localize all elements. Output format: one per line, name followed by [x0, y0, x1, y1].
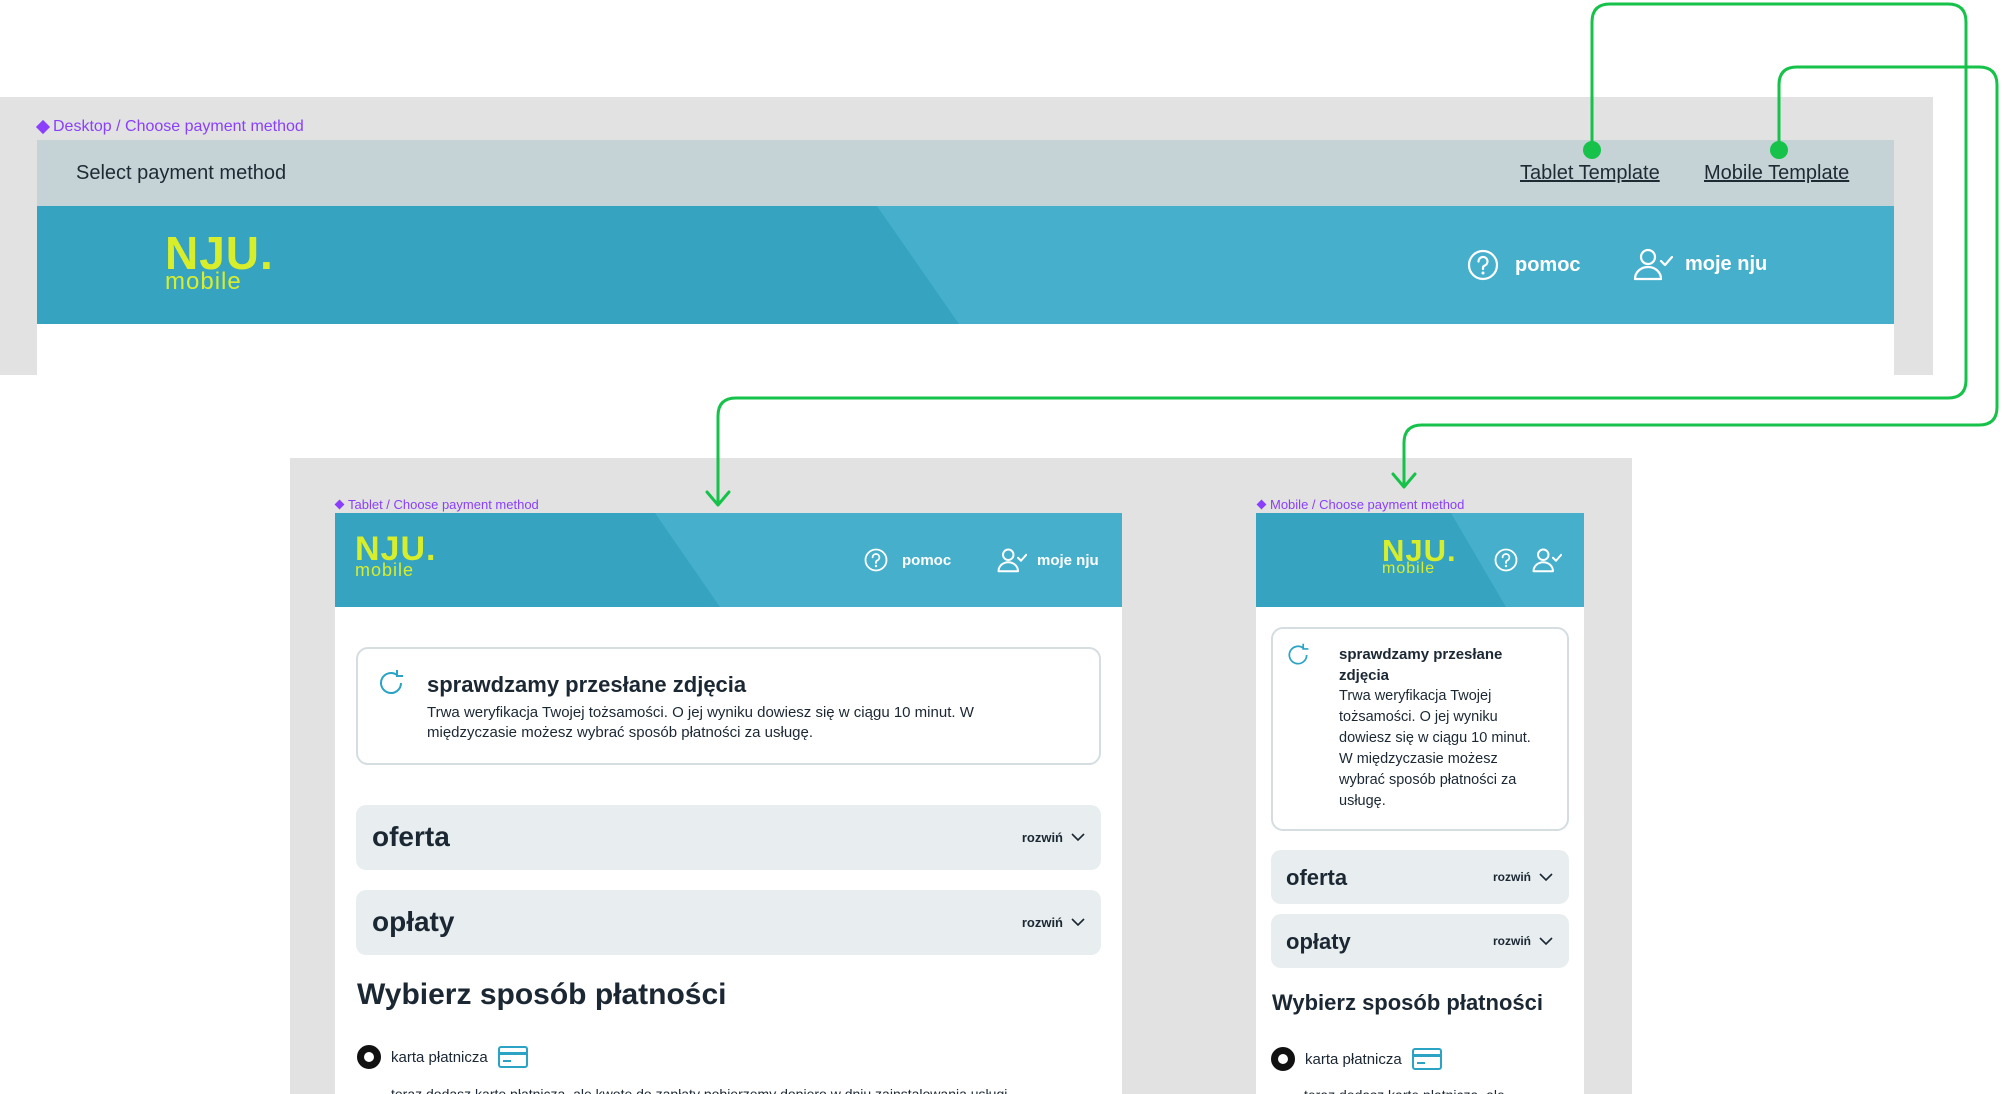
- refresh-icon: [380, 670, 403, 694]
- user-check-icon: [997, 548, 1027, 573]
- status-body-line: W międzyczasie możesz: [1339, 751, 1498, 767]
- status-body-line: Trwa weryfikacja Twojej tożsamości. O je…: [427, 704, 974, 721]
- card-payment-description: teraz dodasz kartę płatniczą, ale: [1304, 1087, 1574, 1094]
- toolbar-title: Select payment method: [76, 162, 287, 184]
- help-link[interactable]: pomoc: [864, 548, 951, 572]
- tablet-frame-label: Tablet / Choose payment method: [334, 497, 539, 512]
- offer-expand-toggle[interactable]: rozwiń: [1022, 830, 1085, 845]
- component-diamond-icon: [1256, 499, 1267, 510]
- nju-mobile-logo[interactable]: NJU. mobile: [165, 230, 274, 294]
- card-payment-label: karta płatnicza: [1305, 1050, 1402, 1068]
- payment-section-title: Wybierz sposób płatności: [1272, 990, 1543, 1015]
- offer-accordion[interactable]: oferta rozwiń: [1271, 850, 1569, 904]
- card-payment-label: karta płatnicza: [391, 1048, 488, 1066]
- account-link[interactable]: moje nju: [1633, 247, 1767, 281]
- fees-accordion-title: opłaty: [1286, 929, 1351, 954]
- help-label: pomoc: [902, 551, 952, 569]
- desktop-content-area: [37, 324, 1894, 375]
- user-check-icon[interactable]: [1532, 547, 1562, 573]
- help-icon[interactable]: [1494, 548, 1518, 572]
- desktop-frame-label: Desktop / Choose payment method: [35, 118, 304, 136]
- status-body-line: Trwa weryfikacja Twojej: [1339, 688, 1492, 704]
- mobile-frame: NJU. mobile sprawdzamy przesłane zdjęcia…: [1256, 513, 1584, 1094]
- account-label: moje nju: [1685, 252, 1768, 275]
- status-body-line: dowiesz się w ciągu 10 minut.: [1339, 730, 1531, 746]
- offer-accordion-title: oferta: [1286, 865, 1348, 890]
- fees-accordion-title: opłaty: [372, 906, 455, 937]
- status-body-line: międzyczasie możesz wybrać sposób płatno…: [427, 724, 814, 741]
- fees-expand-toggle[interactable]: rozwiń: [1022, 915, 1085, 930]
- offer-accordion-title: oferta: [372, 821, 450, 852]
- tablet-frame-label-text: Tablet / Choose payment method: [348, 497, 539, 512]
- verification-status-card: sprawdzamy przesłane zdjęcia Trwa weryfi…: [1271, 627, 1569, 831]
- offer-expand-toggle[interactable]: rozwiń: [1493, 870, 1553, 884]
- mobile-frame-label: Mobile / Choose payment method: [1256, 497, 1465, 512]
- account-label: moje nju: [1037, 551, 1099, 569]
- help-link[interactable]: pomoc: [1467, 249, 1581, 281]
- help-icon: [1467, 249, 1499, 281]
- expand-label: rozwiń: [1021, 915, 1063, 930]
- mobile-site-header: NJU. mobile: [1256, 513, 1584, 607]
- card-payment-radio[interactable]: [1271, 1047, 1295, 1071]
- chevron-down-icon: [1539, 872, 1553, 881]
- card-payment-option[interactable]: karta płatnicza: [357, 1045, 528, 1069]
- expand-label: rozwiń: [1493, 870, 1531, 884]
- status-title-line: zdjęcia: [1339, 667, 1390, 684]
- nju-mobile-logo[interactable]: NJU. mobile: [1382, 535, 1457, 577]
- chevron-down-icon: [1539, 936, 1553, 945]
- nju-mobile-logo[interactable]: NJU. mobile: [355, 532, 436, 579]
- expand-label: rozwiń: [1493, 934, 1531, 948]
- tablet-frame: NJU. mobile pomoc moje nju sprawdzamy pr: [335, 513, 1122, 1094]
- fees-accordion[interactable]: opłaty rozwiń: [356, 890, 1101, 955]
- offer-accordion[interactable]: oferta rozwiń: [356, 805, 1101, 870]
- tablet-site-header: NJU. mobile pomoc moje nju: [335, 513, 1122, 607]
- status-body-line: usługę.: [1339, 793, 1386, 809]
- status-title-line: sprawdzamy przesłane: [1339, 646, 1503, 663]
- desktop-site-header: NJU. mobile pomoc moje nju: [37, 206, 1894, 324]
- chevron-down-icon: [1071, 833, 1085, 842]
- status-title: sprawdzamy przesłane zdjęcia: [1339, 644, 1502, 686]
- account-link[interactable]: moje nju: [997, 547, 1099, 573]
- user-check-icon: [1633, 248, 1673, 281]
- desktop-toolbar: Select payment method Tablet Template Mo…: [37, 140, 1894, 206]
- card-payment-option[interactable]: karta płatnicza: [1271, 1047, 1442, 1071]
- component-diamond-icon: [334, 499, 345, 510]
- component-diamond-icon: [35, 119, 51, 135]
- mobile-template-link[interactable]: Mobile Template: [1704, 162, 1849, 185]
- help-icon: [864, 548, 888, 572]
- status-title: sprawdzamy przesłane zdjęcia: [427, 672, 747, 697]
- status-body-line: tożsamości. O jej wyniku: [1339, 709, 1498, 725]
- header-diagonal-shade: [37, 206, 959, 324]
- card-payment-radio[interactable]: [357, 1045, 381, 1069]
- expand-label: rozwiń: [1021, 830, 1063, 845]
- credit-card-icon: [1411, 1048, 1442, 1070]
- card-payment-description: teraz dodasz kartę płatniczą, ale kwotę …: [391, 1086, 1008, 1094]
- desktop-frame-label-text: Desktop / Choose payment method: [53, 118, 304, 135]
- status-body-line: wybrać sposób płatności za: [1339, 772, 1517, 788]
- fees-expand-toggle[interactable]: rozwiń: [1493, 934, 1553, 948]
- status-body: Trwa weryfikacja Twojej tożsamości. O je…: [427, 703, 974, 743]
- payment-section-title: Wybierz sposób płatności: [357, 978, 727, 1011]
- help-label: pomoc: [1515, 253, 1581, 276]
- credit-card-icon: [497, 1046, 528, 1068]
- refresh-icon: [1288, 643, 1309, 665]
- status-body: Trwa weryfikacja Twojej tożsamości. O je…: [1339, 686, 1531, 812]
- verification-status-card: sprawdzamy przesłane zdjęcia Trwa weryfi…: [356, 647, 1101, 765]
- mobile-frame-label-text: Mobile / Choose payment method: [1270, 497, 1465, 512]
- fees-accordion[interactable]: opłaty rozwiń: [1271, 914, 1569, 968]
- chevron-down-icon: [1071, 918, 1085, 927]
- tablet-template-link[interactable]: Tablet Template: [1520, 162, 1660, 185]
